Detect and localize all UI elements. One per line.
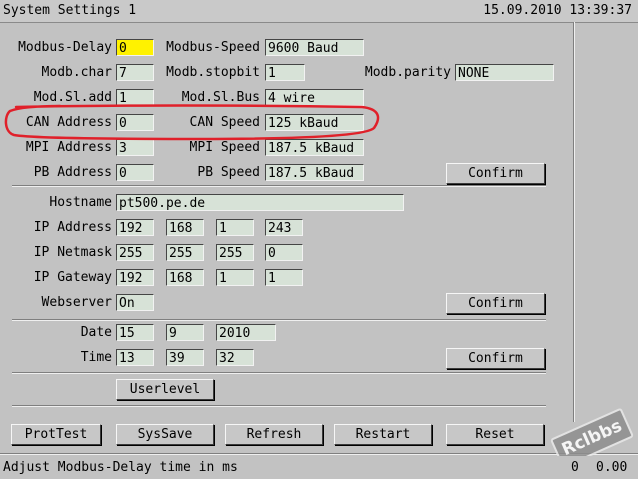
gateway-octet-3[interactable]: 1 [216,269,254,286]
modbus-delay-field[interactable]: 0 [116,39,154,56]
status-bar: Adjust Modbus-Delay time in ms 0 0.00 [0,456,638,479]
netmask-octet-2[interactable]: 255 [166,244,204,261]
modbus-stopbit-label: Modb.stopbit [166,65,260,80]
confirm-network-button[interactable]: Confirm [446,293,545,314]
annotation-circle [4,104,380,141]
gateway-octet-2[interactable]: 168 [166,269,204,286]
userlevel-button[interactable]: Userlevel [116,379,214,400]
modbus-delay-label: Modbus-Delay [18,40,112,55]
webserver-label: Webserver [41,295,112,310]
netmask-octet-4[interactable]: 0 [265,244,303,261]
time-minute-field[interactable]: 39 [166,349,204,366]
ip-octet-3[interactable]: 1 [216,219,254,236]
status-divider [0,453,638,455]
modbus-parity-label: Modb.parity [364,65,451,80]
date-month-field[interactable]: 9 [166,324,204,341]
netmask-octet-1[interactable]: 255 [116,244,154,261]
time-second-field[interactable]: 32 [216,349,254,366]
vertical-divider [573,22,575,422]
netmask-octet-3[interactable]: 255 [216,244,254,261]
prottest-button[interactable]: ProtTest [11,424,101,445]
pb-speed-label: PB Speed [197,165,260,180]
ip-gateway-label: IP Gateway [33,270,112,285]
ip-octet-1[interactable]: 192 [116,219,154,236]
hostname-label: Hostname [49,195,112,210]
gateway-octet-1[interactable]: 192 [116,269,154,286]
refresh-button[interactable]: Refresh [225,424,323,445]
modbus-char-field[interactable]: 7 [116,64,154,81]
confirm-bus-button[interactable]: Confirm [446,163,545,184]
modbus-stopbit-field[interactable]: 1 [265,64,305,81]
modbus-speed-field[interactable]: 9600 Baud [265,39,364,56]
gateway-octet-4[interactable]: 1 [265,269,303,286]
status-text: Adjust Modbus-Delay time in ms [3,460,238,475]
ip-octet-4[interactable]: 243 [265,219,303,236]
modbus-parity-field[interactable]: NONE [455,64,554,81]
separator [12,405,546,407]
pb-speed-field[interactable]: 187.5 kBaud [265,164,364,181]
webserver-field[interactable]: On [116,294,154,311]
restart-button[interactable]: Restart [334,424,432,445]
separator [12,185,546,187]
date-label: Date [80,325,112,340]
title-bar: System Settings 1 15.09.2010 13:39:37 [0,0,638,23]
time-label: Time [80,350,112,365]
syssave-button[interactable]: SysSave [116,424,214,445]
clock: 15.09.2010 13:39:37 [483,3,632,18]
window-title: System Settings 1 [3,3,137,18]
confirm-datetime-button[interactable]: Confirm [446,348,545,369]
date-year-field[interactable]: 2010 [216,324,276,341]
ip-octet-2[interactable]: 168 [166,219,204,236]
reset-button[interactable]: Reset [446,424,544,445]
ip-address-label: IP Address [33,220,112,235]
separator [12,319,546,321]
annotation-stroke [4,104,380,141]
modbus-char-label: Modb.char [41,65,112,80]
pb-address-label: PB Address [33,165,112,180]
status-value-b: 0.00 [596,460,628,475]
separator [12,372,546,374]
system-settings-window: System Settings 1 15.09.2010 13:39:37 Mo… [0,0,638,479]
modbus-speed-label: Modbus-Speed [166,40,260,55]
time-hour-field[interactable]: 13 [116,349,154,366]
pb-address-field[interactable]: 0 [116,164,154,181]
status-value-a: 0 [571,460,579,475]
hostname-field[interactable]: pt500.pe.de [116,194,404,211]
date-day-field[interactable]: 15 [116,324,154,341]
ip-netmask-label: IP Netmask [33,245,112,260]
